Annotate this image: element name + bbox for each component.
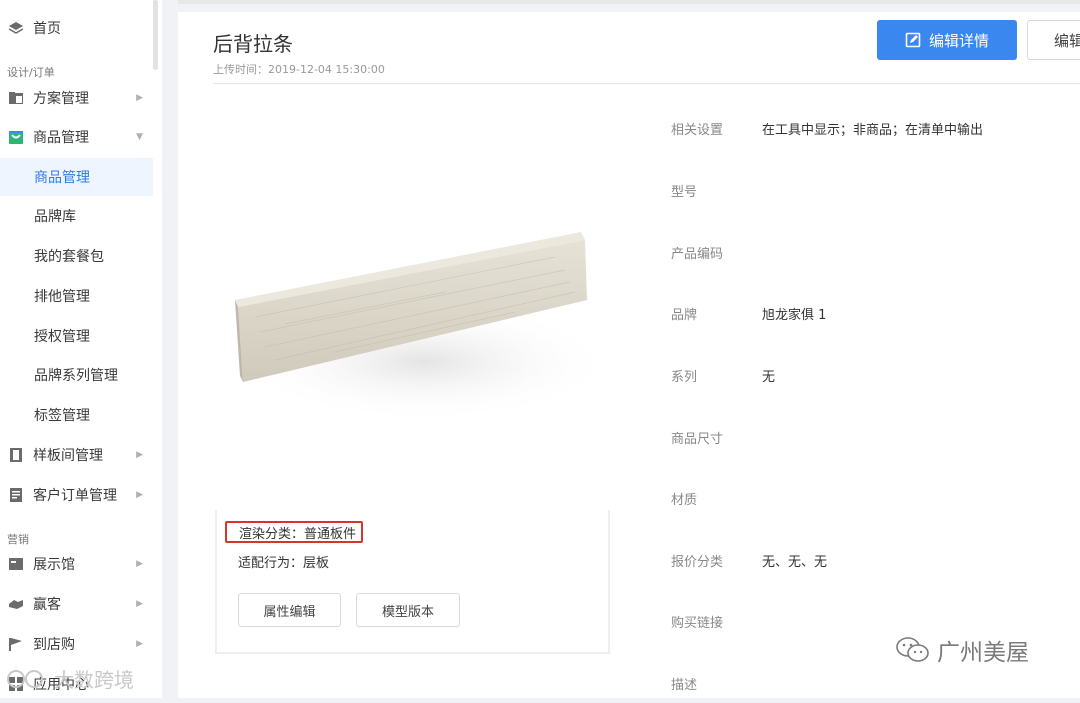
edit-icon <box>905 32 921 48</box>
document-icon <box>10 488 22 502</box>
wood-board-image <box>235 232 615 422</box>
chevron-right-icon: ▶ <box>136 450 143 460</box>
prop-label-brand: 品牌 <box>671 308 698 323</box>
sidebar-item-label: 样板间管理 <box>33 448 103 464</box>
sidebar-item-goods[interactable]: 商品管理 ▼ <box>0 118 153 156</box>
page-title: 后背拉条 <box>213 32 293 56</box>
prop-label-settings: 相关设置 <box>671 123 724 138</box>
gallery-icon <box>9 558 23 570</box>
prop-value-settings: 在工具中显示；非商品；在清单中输出 <box>762 123 984 138</box>
sidebar-item-winner[interactable]: 赢客 ▶ <box>0 585 153 623</box>
watermark-logo-icon <box>7 669 43 688</box>
flag-icon <box>9 638 22 651</box>
sidebar-subitem-package[interactable]: 我的套餐包 <box>0 237 153 275</box>
sidebar-item-label: 首页 <box>33 21 61 37</box>
watermark-right-text: 广州美屋 <box>937 640 1029 666</box>
header-divider <box>213 83 1080 84</box>
chevron-down-icon: ▼ <box>136 132 143 142</box>
sidebar-item-label: 展示馆 <box>33 557 75 573</box>
sidebar: 首页 设计/订单 方案管理 ▶ 商品管理 ▼ 商品管理 品牌库 我的套餐包 排他… <box>0 0 162 698</box>
sidebar-subitem-other[interactable]: 排他管理 <box>0 277 153 315</box>
watermark-right: 广州美屋 <box>895 633 1029 667</box>
sidebar-subitem-brand-series[interactable]: 品牌系列管理 <box>0 356 153 394</box>
wechat-icon <box>896 637 929 662</box>
attribute-edit-button[interactable]: 属性编辑 <box>238 593 341 627</box>
product-preview <box>215 102 615 510</box>
chevron-right-icon: ▶ <box>136 559 143 569</box>
edit-detail-button[interactable]: 编辑详情 <box>877 20 1017 60</box>
sidebar-subitem-brand-lib[interactable]: 品牌库 <box>0 197 153 235</box>
prop-label-model: 型号 <box>671 185 698 200</box>
prop-label-quote-category: 报价分类 <box>671 555 724 570</box>
sidebar-group-design: 设计/订单 <box>7 66 55 79</box>
chevron-right-icon: ▶ <box>136 599 143 609</box>
prop-label-material: 材质 <box>671 493 698 508</box>
prop-value-brand: 旭龙家俱 1 <box>762 308 827 323</box>
handshake-icon <box>9 600 23 609</box>
watermark-left: 大数跨境 <box>6 664 134 693</box>
sidebar-item-label: 客户订单管理 <box>33 488 117 504</box>
sidebar-item-label: 赢客 <box>33 597 61 613</box>
sidebar-scrollbar[interactable] <box>153 0 158 70</box>
edit-button[interactable]: 编辑 <box>1027 20 1080 60</box>
sidebar-item-label: 方案管理 <box>33 91 89 107</box>
sidebar-item-label: 商品管理 <box>33 130 89 146</box>
sidebar-subitem-goods[interactable]: 商品管理 <box>0 158 153 196</box>
prop-label-product-code: 产品编码 <box>671 247 724 262</box>
prop-value-quote-category: 无、无、无 <box>762 555 828 570</box>
sidebar-item-store[interactable]: 到店购 ▶ <box>0 625 153 663</box>
model-version-button[interactable]: 模型版本 <box>356 593 460 627</box>
sidebar-item-customer-order[interactable]: 客户订单管理 ▶ <box>0 476 153 514</box>
prop-label-purchase-link: 购买链接 <box>671 616 724 631</box>
chevron-right-icon: ▶ <box>136 490 143 500</box>
adapt-behavior: 适配行为：层板 <box>238 556 330 571</box>
sidebar-item-scheme[interactable]: 方案管理 ▶ <box>0 79 153 117</box>
shopping-bag-icon <box>9 131 23 144</box>
sidebar-subitem-tags[interactable]: 标签管理 <box>0 396 153 434</box>
prop-label-description: 描述 <box>671 678 698 693</box>
prop-label-size: 商品尺寸 <box>671 432 724 447</box>
watermark-left-text: 大数跨境 <box>54 668 134 692</box>
sidebar-item-sample-room[interactable]: 样板间管理 ▶ <box>0 436 153 474</box>
prop-label-series: 系列 <box>671 370 698 385</box>
render-category-highlight: 渲染分类：普通板件 <box>225 521 363 543</box>
sidebar-item-label: 到店购 <box>33 637 75 653</box>
prop-value-series: 无 <box>762 370 776 385</box>
edit-label: 编辑 <box>1054 31 1080 50</box>
door-icon <box>10 448 22 462</box>
upload-time: 上传时间：2019-12-04 15:30:00 <box>213 63 385 76</box>
folder-icon <box>9 92 23 104</box>
sidebar-item-home[interactable]: 首页 <box>0 9 153 47</box>
main-panel: 后背拉条 上传时间：2019-12-04 15:30:00 编辑详情 编辑 <box>178 12 1080 698</box>
top-border <box>178 0 1080 4</box>
sidebar-item-showroom[interactable]: 展示馆 ▶ <box>0 545 153 583</box>
chevron-right-icon: ▶ <box>136 639 143 649</box>
edit-detail-label: 编辑详情 <box>928 31 989 50</box>
layers-icon <box>8 22 24 34</box>
chevron-right-icon: ▶ <box>136 93 143 103</box>
sidebar-subitem-auth[interactable]: 授权管理 <box>0 317 153 355</box>
